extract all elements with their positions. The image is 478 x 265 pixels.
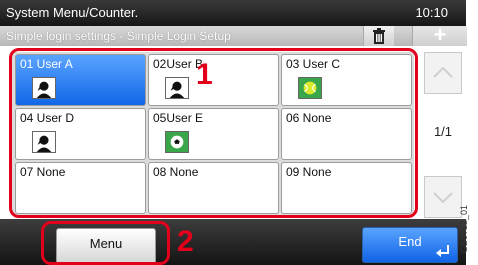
chevron-down-icon: [433, 192, 453, 204]
subheader-bar: Simple login settings - Simple Login Set…: [0, 26, 466, 46]
subheader-title: Simple login settings - Simple Login Set…: [6, 29, 231, 43]
callout-number-1: 1: [196, 58, 213, 91]
add-button[interactable]: +: [412, 24, 467, 46]
trash-icon: [373, 28, 385, 44]
image-code-label: GB0712_01: [459, 204, 470, 254]
header-title: System Menu/Counter.: [6, 5, 139, 20]
clock: 10:10: [415, 5, 448, 20]
callout-frame-1: [9, 48, 418, 218]
callout-number-2: 2: [177, 225, 194, 258]
image-code: GB0712_01: [459, 200, 478, 265]
page-indicator: 1/1: [433, 124, 453, 139]
chevron-up-icon: [433, 66, 453, 78]
delete-button[interactable]: [363, 26, 394, 46]
scroll-up-button[interactable]: [424, 52, 462, 94]
callout-frame-2: [41, 221, 170, 265]
scroll-down-button[interactable]: [424, 176, 462, 218]
panel-screen: System Menu/Counter. 10:10 Simple login …: [0, 0, 467, 265]
plus-icon: +: [433, 22, 447, 47]
enter-arrow-icon: [436, 245, 449, 257]
end-button[interactable]: End: [362, 227, 458, 263]
header-bar: System Menu/Counter. 10:10: [0, 0, 466, 26]
